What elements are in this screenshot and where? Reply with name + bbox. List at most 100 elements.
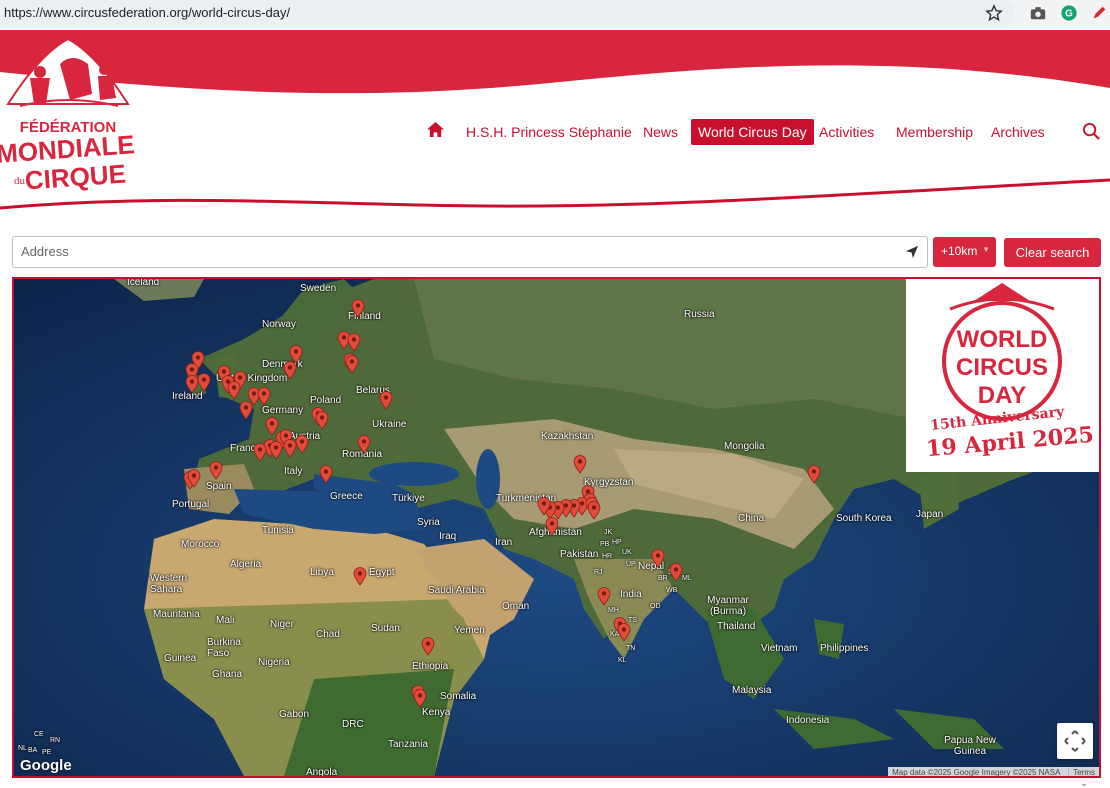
map-marker-icon[interactable]: [669, 563, 683, 582]
google-logo[interactable]: Google: [20, 757, 72, 774]
map-marker-icon[interactable]: [421, 637, 435, 656]
map-label: KL: [618, 657, 627, 664]
search-icon[interactable]: [1082, 122, 1101, 141]
badge-title-2: CIRCUS: [956, 354, 1048, 381]
map-marker-icon[interactable]: [597, 587, 611, 606]
map-label: HR: [602, 553, 613, 560]
clear-search-button[interactable]: Clear search: [1004, 238, 1101, 267]
map-label: Poland: [310, 395, 342, 406]
address-input[interactable]: [21, 244, 881, 259]
nav-archives[interactable]: Archives: [991, 124, 1045, 140]
nav-activities[interactable]: Activities: [819, 124, 874, 140]
map-marker-icon[interactable]: [379, 391, 393, 410]
map-label: Oman: [502, 601, 530, 612]
map-label: Yemen: [454, 625, 485, 636]
map-marker-icon[interactable]: [545, 517, 559, 536]
terms-link[interactable]: Terms: [1068, 768, 1095, 776]
grammarly-icon[interactable]: G: [1060, 4, 1078, 22]
map-marker-icon[interactable]: [295, 435, 309, 454]
fullscreen-button[interactable]: [1057, 723, 1093, 759]
logo-line4: CIRQUE: [24, 159, 127, 192]
map-marker-icon[interactable]: [345, 355, 359, 374]
map-label: Portugal: [172, 499, 210, 510]
federation-logo[interactable]: FÉDÉRATION MONDIALE du CIRQUE: [0, 34, 136, 192]
nav-princess-stephanie[interactable]: H.S.H. Princess Stéphanie: [466, 124, 632, 140]
radius-dropdown[interactable]: +10km ▼: [933, 237, 996, 267]
map-marker-icon[interactable]: [587, 501, 601, 520]
nav-membership[interactable]: Membership: [896, 124, 973, 140]
map-marker-icon[interactable]: [413, 689, 427, 708]
map-label: UK: [622, 549, 632, 556]
map-marker-icon[interactable]: [617, 623, 631, 642]
map-label: UP: [626, 561, 636, 568]
map-label: Ghana: [212, 669, 243, 680]
map-label: Greece: [330, 491, 363, 502]
map-attribution: Map data ©2025 Google Imagery ©2025 NASA…: [888, 767, 1099, 776]
map-label: Ethiopia: [412, 661, 449, 672]
map-label: Kazakhstan: [541, 431, 594, 442]
map-label: Iran: [495, 537, 513, 548]
world-map[interactable]: Iceland Sweden Finland Norway Russia Den…: [12, 277, 1101, 778]
map-label: Philippines: [820, 643, 869, 654]
home-icon[interactable]: [426, 121, 445, 138]
url-text[interactable]: https://www.circusfederation.org/world-c…: [4, 5, 290, 20]
map-marker-icon[interactable]: [573, 455, 587, 474]
map-label: Angola: [306, 767, 338, 778]
map-marker-icon[interactable]: [239, 401, 253, 420]
camera-icon[interactable]: [1029, 4, 1047, 22]
map-label: Mongolia: [724, 441, 765, 452]
map-marker-icon[interactable]: [315, 411, 329, 430]
nav-news[interactable]: News: [643, 124, 678, 140]
map-label: BA: [28, 747, 38, 754]
map-label: Mali: [216, 615, 235, 626]
map-marker-icon[interactable]: [651, 549, 665, 568]
map-marker-icon[interactable]: [257, 387, 271, 406]
map-label: BR: [658, 575, 668, 582]
map-label: Norway: [262, 319, 296, 330]
map-label: Japan: [916, 509, 944, 520]
locate-arrow-icon[interactable]: [905, 245, 919, 259]
map-label: Vietnam: [761, 643, 798, 654]
map-marker-icon[interactable]: [537, 497, 551, 516]
map-label: TN: [626, 645, 636, 652]
pen-icon[interactable]: [1090, 4, 1108, 22]
address-field[interactable]: [12, 236, 928, 268]
map-label: Iraq: [439, 531, 457, 542]
map-label: Tunisia: [262, 525, 294, 536]
chevron-down-icon: ⌄: [1080, 778, 1089, 788]
map-marker-icon[interactable]: [351, 299, 365, 318]
map-marker-icon[interactable]: [253, 443, 267, 462]
map-label: Sweden: [300, 283, 337, 294]
map-marker-icon[interactable]: [269, 441, 283, 460]
map-marker-icon[interactable]: [357, 435, 371, 454]
map-label: India: [620, 589, 642, 600]
map-marker-icon[interactable]: [197, 373, 211, 392]
map-label: Ukraine: [372, 419, 407, 430]
fullscreen-icon: [1064, 730, 1086, 752]
map-marker-icon[interactable]: [209, 461, 223, 480]
map-marker-icon[interactable]: [185, 375, 199, 394]
map-label: Burkina Faso: [207, 637, 241, 659]
map-label: Italy: [284, 466, 303, 477]
map-label: Germany: [262, 405, 304, 416]
page: https://www.circusfederation.org/world-c…: [0, 0, 1110, 788]
map-marker-icon[interactable]: [807, 465, 821, 484]
map-marker-icon[interactable]: [283, 361, 297, 380]
nav-world-circus-day[interactable]: World Circus Day: [691, 119, 814, 145]
map-label: Morocco: [181, 539, 220, 550]
map-marker-icon[interactable]: [319, 465, 333, 484]
address-bar[interactable]: https://www.circusfederation.org/world-c…: [0, 0, 1015, 27]
map-marker-icon[interactable]: [347, 333, 361, 352]
map-marker-icon[interactable]: [187, 469, 201, 488]
map-label: ML: [682, 575, 692, 582]
map-marker-icon[interactable]: [353, 567, 367, 586]
map-label: Western Sahara: [150, 573, 188, 595]
map-label: Libya: [310, 567, 334, 578]
map-label: Malaysia: [732, 685, 772, 696]
map-label: Mauritania: [153, 609, 200, 620]
map-label: Somalia: [440, 691, 477, 702]
star-icon[interactable]: [985, 4, 1003, 22]
map-marker-icon[interactable]: [227, 381, 241, 400]
map-label: Egypt: [369, 567, 395, 578]
map-label: OD: [650, 603, 661, 610]
